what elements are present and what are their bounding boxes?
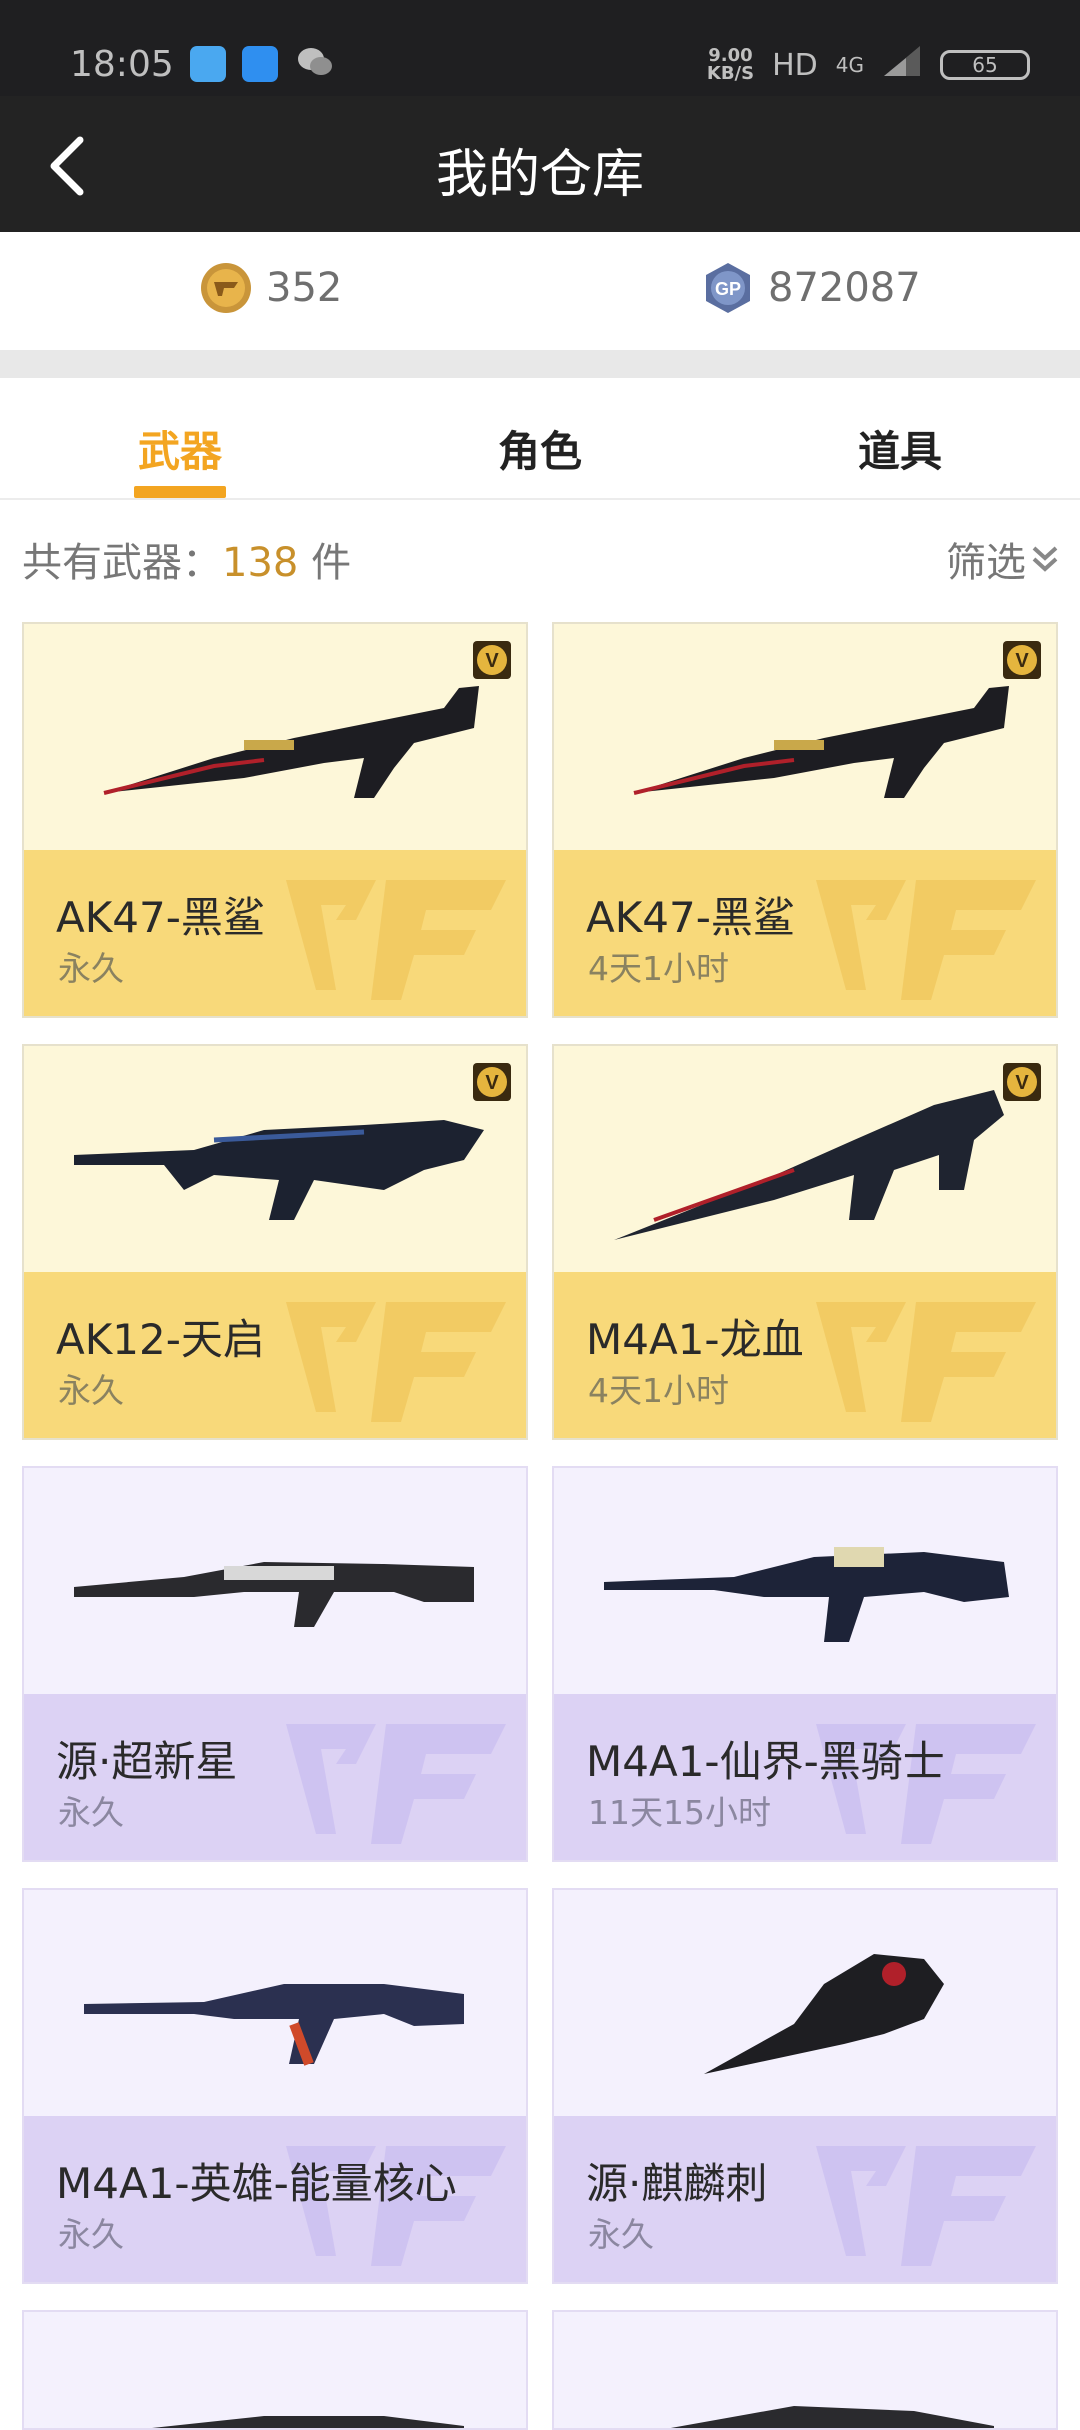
cf-watermark-icon [286, 1724, 506, 1844]
svg-text:V: V [485, 650, 499, 672]
status-right: 9.00 KB/S HD 4G 65 [707, 44, 1030, 86]
weapon-image [704, 1954, 944, 2074]
vip-badge-icon: V [1003, 641, 1041, 679]
weapon-duration: 永久 [58, 949, 124, 988]
weapon-duration: 11天15小时 [588, 1793, 771, 1832]
tab-weapons[interactable]: 武器 [138, 418, 222, 479]
svg-text:V: V [1015, 650, 1029, 672]
network-speed: 9.00 KB/S [706, 45, 755, 84]
wechat-icon [296, 44, 334, 84]
vip-badge-icon: V [1003, 1063, 1041, 1101]
weapon-image [103, 686, 479, 798]
weapon-image [84, 1984, 464, 2066]
svg-text:GP: GP [715, 279, 741, 299]
app-notification-icon [190, 46, 226, 82]
weapon-card[interactable]: V AK47-黑鲨 永久 [22, 622, 528, 1018]
vip-badge-icon: V [473, 641, 511, 679]
cf-coin-icon [201, 263, 251, 313]
signal-icon [882, 44, 922, 86]
nav-bar: 我的仓库 [0, 96, 1080, 232]
signal-4g: 4G [835, 53, 864, 77]
tab-active-indicator [134, 486, 226, 498]
weapon-image [670, 2406, 994, 2428]
category-tabs: 武器 角色 道具 [0, 378, 1080, 500]
currency-bar: 352 GP 872087 [0, 232, 1080, 350]
battery-icon: 65 [940, 50, 1030, 80]
weapon-name: 源·超新星 [56, 1737, 238, 1786]
cf-watermark-icon [286, 1302, 506, 1422]
status-time: 18:05 [70, 44, 174, 85]
gp-coin-icon: GP [706, 263, 750, 313]
weapon-duration: 永久 [58, 1793, 124, 1832]
svg-text:V: V [485, 1072, 499, 1094]
weapon-name: M4A1-英雄-能量核心 [56, 2159, 457, 2208]
weapon-name: AK12-天启 [56, 1315, 265, 1364]
weapon-card[interactable]: M4A1-仙界-黑骑士 11天15小时 [552, 1466, 1058, 1862]
status-bar: 18:05 9.00 KB/S HD 4G 65 [0, 0, 1080, 96]
weapon-name: M4A1-仙界-黑骑士 [586, 1737, 945, 1786]
double-chevron-down-icon [1032, 546, 1058, 572]
cf-watermark-icon [816, 2146, 1036, 2266]
cf-watermark-icon [816, 1302, 1036, 1422]
weapon-card[interactable]: V AK12-天启 永久 [22, 1044, 528, 1440]
vip-badge-icon: V [473, 1063, 511, 1101]
weapon-duration: 4天1小时 [588, 949, 729, 988]
weapon-image [604, 1547, 1009, 1642]
svg-text:V: V [1015, 1072, 1029, 1094]
tab-characters[interactable]: 角色 [498, 418, 582, 479]
weapon-card[interactable]: 源·超新星 永久 [22, 1466, 528, 1862]
weapon-card[interactable]: V M4A1-龙血 4天1小时 [552, 1044, 1058, 1440]
weapon-image [74, 1562, 474, 1627]
weapon-image [152, 2416, 464, 2428]
tab-props[interactable]: 道具 [858, 418, 942, 479]
weapon-duration: 永久 [58, 1371, 124, 1410]
weapon-image [614, 1090, 1004, 1240]
weapon-card[interactable]: M4A1-英雄-能量核心 永久 [22, 1888, 528, 2284]
weapon-duration: 4天1小时 [588, 1371, 729, 1410]
weapon-card[interactable] [552, 2310, 1058, 2430]
weapon-card[interactable]: V AK47-黑鲨 4天1小时 [552, 622, 1058, 1018]
section-divider [0, 350, 1080, 378]
weapon-card[interactable] [22, 2310, 528, 2430]
cf-watermark-icon [816, 880, 1036, 1000]
app-notification-icon [242, 46, 278, 82]
filter-button[interactable]: 筛选 [946, 530, 1060, 588]
weapon-name: 源·麒麟刺 [586, 2159, 768, 2208]
weapon-duration: 永久 [588, 2215, 654, 2254]
cf-watermark-icon [286, 880, 506, 1000]
summary-row: 共有武器：138 件 筛选 [0, 500, 1080, 610]
page-title: 我的仓库 [435, 145, 644, 205]
weapon-card[interactable]: 源·麒麟刺 永久 [552, 1888, 1058, 2284]
weapon-image [633, 686, 1009, 798]
gp-balance: GP 872087 [702, 262, 921, 314]
weapon-duration: 永久 [58, 2215, 124, 2254]
coin-balance: 352 [200, 262, 342, 314]
weapon-name: M4A1-龙血 [586, 1315, 804, 1364]
weapon-image [74, 1120, 484, 1220]
weapon-name: AK47-黑鲨 [56, 893, 265, 942]
weapon-name: AK47-黑鲨 [586, 893, 795, 942]
hd-indicator: HD [772, 47, 818, 83]
item-count: 共有武器：138 件 [22, 540, 352, 586]
